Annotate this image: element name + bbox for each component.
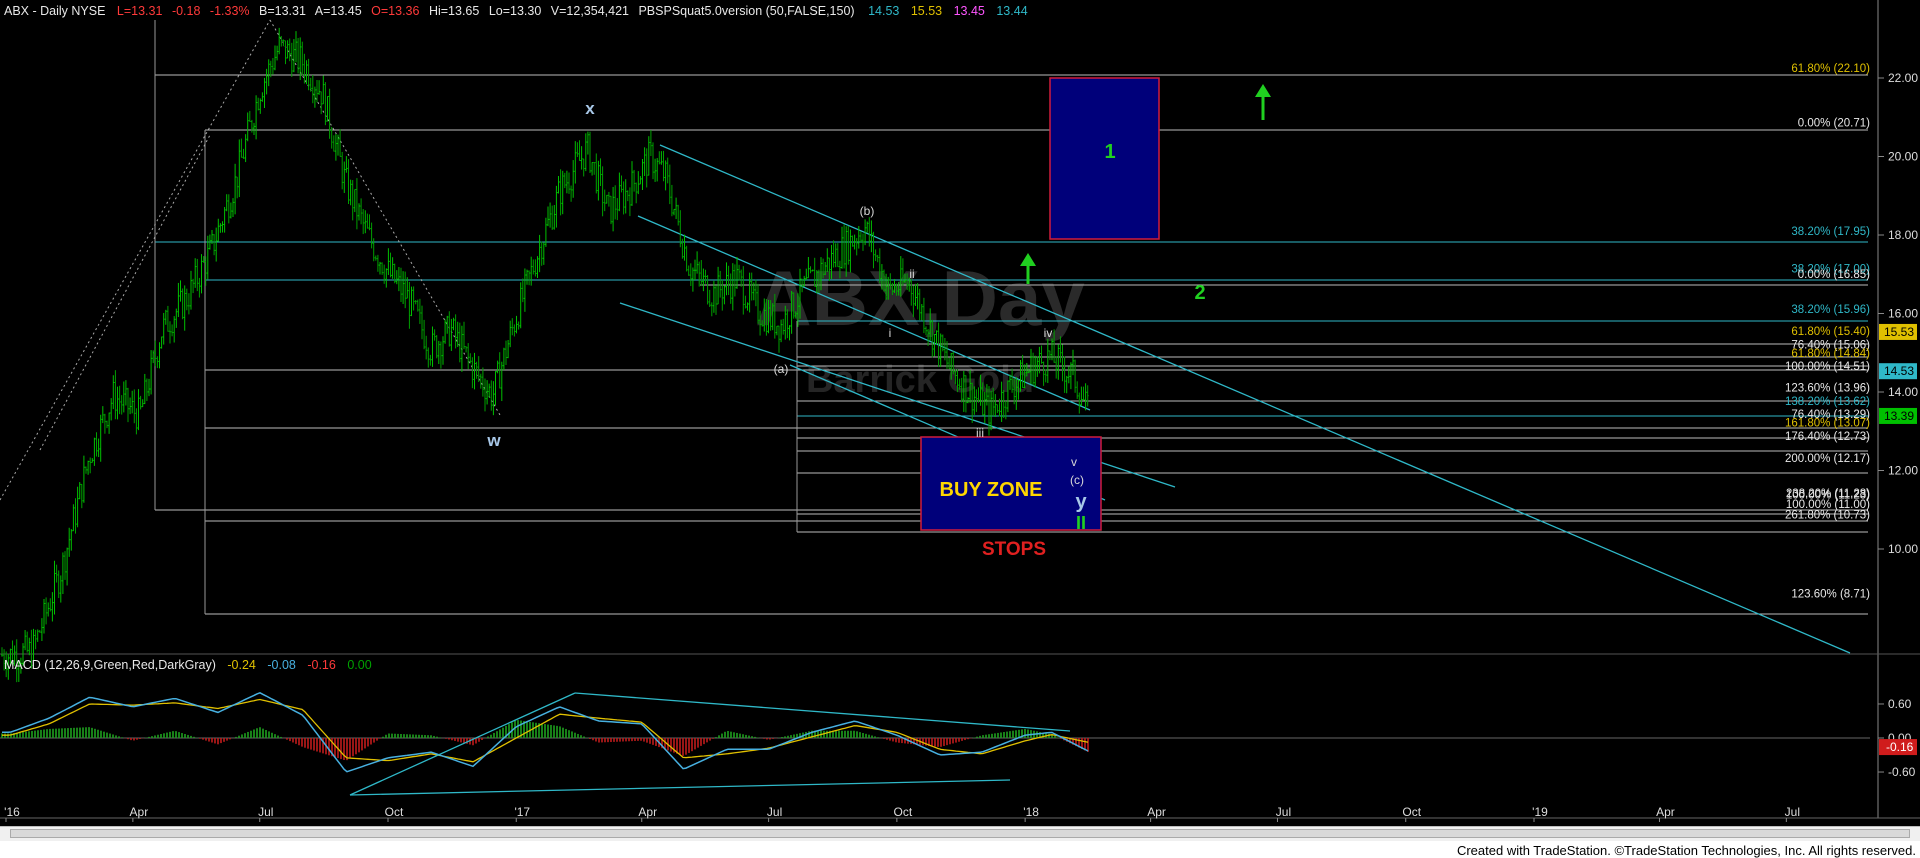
header-low: Lo=13.30 [489, 4, 542, 18]
chart-background [0, 0, 1920, 826]
watermark-company: Barrick Gold [806, 359, 1034, 401]
header-high: Hi=13.65 [429, 4, 479, 18]
header-ind-v2: 15.53 [911, 4, 942, 18]
price-tick-label-4: 18.00 [1888, 228, 1918, 242]
stops-label: STOPS [982, 539, 1046, 560]
wave-b-label: (b) [860, 204, 875, 218]
date-label-3: Oct [385, 805, 404, 819]
footer-credit: Created with TradeStation. ©TradeStation… [1456, 843, 1916, 858]
header-symbol: ABX - Daily NYSE [4, 4, 105, 18]
chart-header: ABX - Daily NYSE L=13.31 -0.18 -1.33% B=… [4, 4, 1028, 18]
horizontal-scrollbar[interactable] [0, 826, 1920, 841]
price-tick-label-2: 14.00 [1888, 385, 1918, 399]
macd-v1: -0.24 [227, 658, 256, 672]
macd-current-tag: -0.16 [1886, 740, 1914, 754]
wave-a-label: (a) [774, 362, 789, 376]
header-open: O=13.36 [371, 4, 419, 18]
date-label-1: Apr [130, 805, 149, 819]
wave-v-label: v [1071, 455, 1077, 469]
macd-v2: -0.08 [267, 658, 296, 672]
date-label-13: Apr [1656, 805, 1675, 819]
header-change: -0.18 [172, 4, 201, 18]
price-tick-label-6: 22.00 [1888, 71, 1918, 85]
price-tag-0: 15.53 [1884, 325, 1914, 339]
price-tick-label-0: 10.00 [1888, 542, 1918, 556]
wave-iv-label: iv [1044, 326, 1053, 340]
date-label-12: '19 [1532, 805, 1548, 819]
header-last: L=13.31 [117, 4, 163, 18]
svg-text:MACD (12,26,9,Green,Red,DarkGr: MACD (12,26,9,Green,Red,DarkGray) -0.24 … [4, 658, 372, 672]
fib-label-10: 123.60% (13.96) [1785, 383, 1870, 395]
date-label-7: Oct [894, 805, 913, 819]
fib-label-11: 138.20% (13.62) [1785, 396, 1870, 408]
date-label-8: '18 [1023, 805, 1039, 819]
macd-tick-label-0: 0.60 [1888, 697, 1912, 711]
fib-label-1: 0.00% (20.71) [1798, 118, 1870, 130]
fib-label-14: 176.40% (12.73) [1785, 431, 1870, 443]
date-label-5: Apr [638, 805, 657, 819]
header-bid: B=13.31 [259, 4, 306, 18]
svg-text:ABX - Daily NYSE L=13.3: ABX - Daily NYSE L=13.31 -0.18 -1.33% B=… [4, 4, 1028, 18]
fib-label-8: 61.80% (14.84) [1791, 348, 1870, 360]
price-tick-label-3: 16.00 [1888, 307, 1918, 321]
fib-label-4: 0.00% (16.85) [1798, 269, 1870, 281]
buy-zone-label: BUY ZONE [940, 479, 1043, 501]
price-tag-1: 14.53 [1884, 364, 1914, 378]
header-ind-v1: 14.53 [868, 4, 899, 18]
macd-title: MACD (12,26,9,Green,Red,DarkGray) [4, 658, 216, 672]
date-label-9: Apr [1147, 805, 1166, 819]
fib-label-6: 61.80% (15.40) [1791, 326, 1870, 338]
price-tags: 15.53 14.53 13.39 [1879, 323, 1917, 424]
fib-label-9: 100.00% (14.51) [1785, 361, 1870, 373]
fib-label-20: 123.60% (8.71) [1791, 589, 1870, 601]
fib-label-2: 38.20% (17.95) [1791, 226, 1870, 238]
date-label-2: Jul [258, 805, 273, 819]
price-tick-label-1: 12.00 [1888, 464, 1918, 478]
header-ask: A=13.45 [315, 4, 362, 18]
wave-i-label: i [889, 326, 892, 340]
wave-iii-label: iii [976, 426, 984, 440]
date-label-14: Jul [1785, 805, 1800, 819]
header-volume: V=12,354,421 [551, 4, 629, 18]
abx-daily-chart[interactable]: ABX,Day Barrick Gold 61.80% (22.10)0.00%… [0, 0, 1920, 826]
date-label-0: '16 [4, 805, 20, 819]
header-ind-v3: 13.45 [954, 4, 985, 18]
wave-x-label: x [585, 99, 595, 118]
price-tag-2: 13.39 [1884, 409, 1914, 423]
fib-label-0: 61.80% (22.10) [1791, 63, 1870, 75]
date-label-11: Oct [1402, 805, 1421, 819]
fib-label-19: 261.80% (10.73) [1785, 509, 1870, 521]
price-tick-label-5: 20.00 [1888, 150, 1918, 164]
fib-label-5: 38.20% (15.96) [1791, 304, 1870, 316]
fib-label-13: 161.80% (13.07) [1785, 418, 1870, 430]
wave-1-label: 1 [1104, 141, 1115, 163]
date-label-6: Jul [767, 805, 782, 819]
macd-v3: -0.16 [307, 658, 336, 672]
macd-tick-label-2: -0.60 [1888, 765, 1916, 779]
wave-II-label: II [1076, 513, 1086, 533]
header-change-pct: -1.33% [210, 4, 250, 18]
fib-label-15: 200.00% (12.17) [1785, 453, 1870, 465]
scrollbar-thumb[interactable] [10, 829, 1910, 838]
wave-w-label: w [486, 431, 501, 450]
header-ind-v4: 13.44 [996, 4, 1027, 18]
wave-2-label: 2 [1194, 282, 1205, 304]
wave-c-label: (c) [1070, 473, 1084, 487]
date-label-10: Jul [1276, 805, 1291, 819]
wave-ii-small-label: ii [909, 267, 914, 281]
header-indicator: PBSPSquat5.0version (50,FALSE,150) [638, 4, 854, 18]
wave-y-label: y [1075, 491, 1087, 513]
date-label-4: '17 [514, 805, 530, 819]
macd-v4: 0.00 [347, 658, 371, 672]
